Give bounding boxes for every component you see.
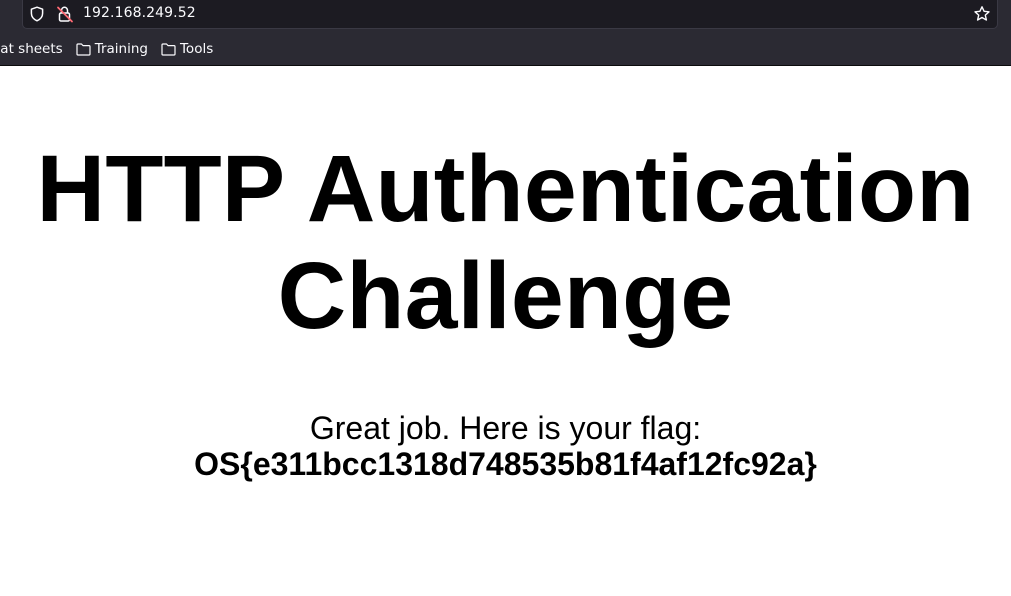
bookmark-cheat-sheets[interactable]: eat sheets <box>0 41 63 57</box>
bookmark-label: Training <box>94 41 148 57</box>
bookmark-label: Tools <box>179 41 214 57</box>
page-content: HTTP Authentication Challenge Great job.… <box>0 66 1011 596</box>
browser-toolbar: 192.168.249.52 eat sheets Training Tools <box>0 0 1011 66</box>
insecure-lock-icon[interactable] <box>56 5 74 23</box>
address-bar[interactable]: 192.168.249.52 <box>22 0 998 29</box>
bookmarks-toolbar: eat sheets Training Tools <box>0 38 226 60</box>
folder-icon <box>161 42 176 56</box>
bookmark-tools[interactable]: Tools <box>161 41 213 57</box>
bookmark-training[interactable]: Training <box>76 41 148 57</box>
url-text[interactable]: 192.168.249.52 <box>83 5 196 21</box>
flag-text: OS{e311bcc1318d748535b81f4af12fc92a} <box>194 446 817 482</box>
folder-icon <box>76 42 91 56</box>
success-message: Great job. Here is your flag: <box>309 410 702 446</box>
star-icon[interactable] <box>973 5 991 23</box>
page-title: HTTP Authentication Challenge <box>36 136 975 349</box>
bookmark-label: eat sheets <box>0 41 63 57</box>
shield-icon[interactable] <box>29 6 45 22</box>
